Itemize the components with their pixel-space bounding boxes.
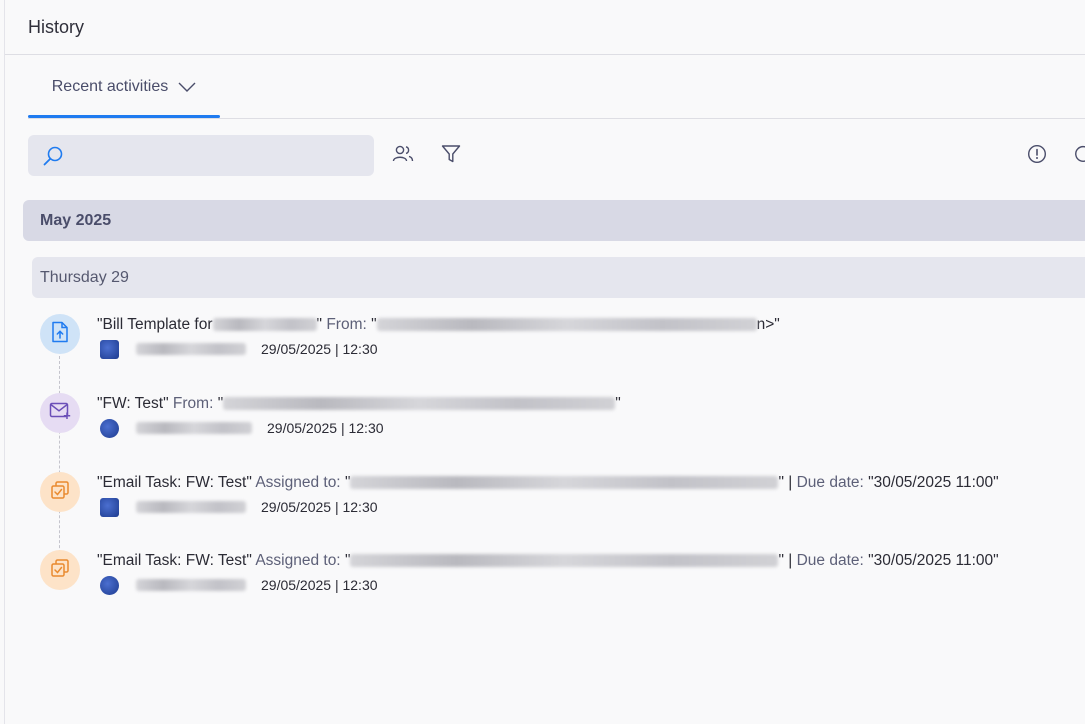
from-label: From: <box>172 395 214 412</box>
search-input[interactable] <box>72 135 366 178</box>
tab-label: Recent activities <box>51 77 169 95</box>
refresh-button[interactable] <box>1073 143 1085 169</box>
activity-meta: 29/05/2025 | 12:30 <box>100 575 378 595</box>
activity-item[interactable]: "FW: Test" From: " " 29/05/2025 | 12:30 <box>40 393 1085 453</box>
activity-meta: 29/05/2025 | 12:30 <box>100 418 384 438</box>
activity-meta: 29/05/2025 | 12:30 <box>100 339 378 359</box>
activity-title: "FW: Test" <box>97 395 169 412</box>
assigned-close-quote: " | <box>778 474 793 491</box>
tab-bar: Recent activities <box>28 55 1085 119</box>
activity-summary: "Email Task: FW: Test" Assigned to: " " |… <box>97 552 999 570</box>
from-close-quote: n>" <box>756 316 780 333</box>
day-label: Thursday 29 <box>40 268 129 286</box>
redacted-text <box>212 318 317 332</box>
activity-item[interactable]: "Bill Template for " From: " n>" 29/05/202… <box>40 314 1085 374</box>
activity-summary: "FW: Test" From: " " <box>97 395 621 413</box>
activity-icon-badge <box>40 314 80 354</box>
redacted-text <box>376 318 757 332</box>
panel-header: History <box>5 0 1085 55</box>
filter-button[interactable] <box>438 143 464 169</box>
task-icon <box>50 558 70 583</box>
search-box[interactable] <box>28 135 374 178</box>
activity-title: "Email Task: FW: Test" <box>97 474 252 491</box>
tab-recent-activities[interactable]: Recent activities <box>28 55 220 118</box>
activity-icon-badge <box>40 472 80 512</box>
day-group-header[interactable]: Thursday 29 <box>32 257 1085 298</box>
info-button[interactable] <box>1024 143 1050 169</box>
redacted-user-name <box>136 422 252 434</box>
activity-title: "Email Task: FW: Test" <box>97 552 252 569</box>
timeline-connector <box>59 356 60 578</box>
activity-timestamp: 29/05/2025 | 12:30 <box>261 577 378 593</box>
avatar <box>100 497 119 517</box>
redacted-user-name <box>136 501 246 513</box>
redacted-text <box>350 554 779 568</box>
assigned-label: Assigned to: <box>255 552 341 569</box>
activity-title-end: " <box>316 316 323 333</box>
activity-timestamp: 29/05/2025 | 12:30 <box>267 420 384 436</box>
refresh-icon <box>1073 144 1085 169</box>
month-label: May 2025 <box>40 211 112 229</box>
avatar <box>100 418 119 438</box>
search-icon <box>42 145 64 172</box>
activity-timestamp: 29/05/2025 | 12:30 <box>261 499 378 515</box>
month-group-header[interactable]: May 2025 <box>23 200 1085 241</box>
from-open-quote: " <box>371 316 377 333</box>
chevron-down-icon <box>178 82 196 92</box>
activity-summary: "Bill Template for " From: " n>" <box>97 316 780 334</box>
assigned-close-quote: " | <box>778 552 793 569</box>
task-icon <box>50 480 70 505</box>
redacted-text <box>350 476 779 490</box>
activity-item[interactable]: "Email Task: FW: Test" Assigned to: " " |… <box>40 472 1085 532</box>
activity-icon-badge <box>40 393 80 433</box>
activity-timestamp: 29/05/2025 | 12:30 <box>261 341 378 357</box>
avatar <box>100 575 119 595</box>
activity-icon-badge <box>40 550 80 590</box>
avatar <box>100 339 119 359</box>
mail-icon <box>49 402 71 425</box>
activity-meta: 29/05/2025 | 12:30 <box>100 497 378 517</box>
toolbar <box>28 135 1085 178</box>
activity-summary: "Email Task: FW: Test" Assigned to: " " |… <box>97 474 999 492</box>
info-icon <box>1027 144 1047 169</box>
from-close-quote: " <box>615 395 621 412</box>
due-label: Due date: <box>796 474 864 491</box>
document-upload-icon <box>50 321 70 348</box>
activity-title: "Bill Template for <box>97 316 213 333</box>
assigned-label: Assigned to: <box>255 474 341 491</box>
panel-title: History <box>28 16 85 37</box>
due-value: "30/05/2025 11:00" <box>868 552 999 569</box>
activity-item[interactable]: "Email Task: FW: Test" Assigned to: " " |… <box>40 550 1085 610</box>
filter-icon <box>441 144 461 169</box>
redacted-user-name <box>136 579 246 591</box>
redacted-user-name <box>136 343 246 355</box>
users-filter-button[interactable] <box>390 143 416 169</box>
due-value: "30/05/2025 11:00" <box>868 474 999 491</box>
from-label: From: <box>326 316 367 333</box>
due-label: Due date: <box>796 552 864 569</box>
tab-active-indicator <box>28 115 220 118</box>
redacted-text <box>223 397 616 411</box>
users-icon <box>392 144 414 169</box>
